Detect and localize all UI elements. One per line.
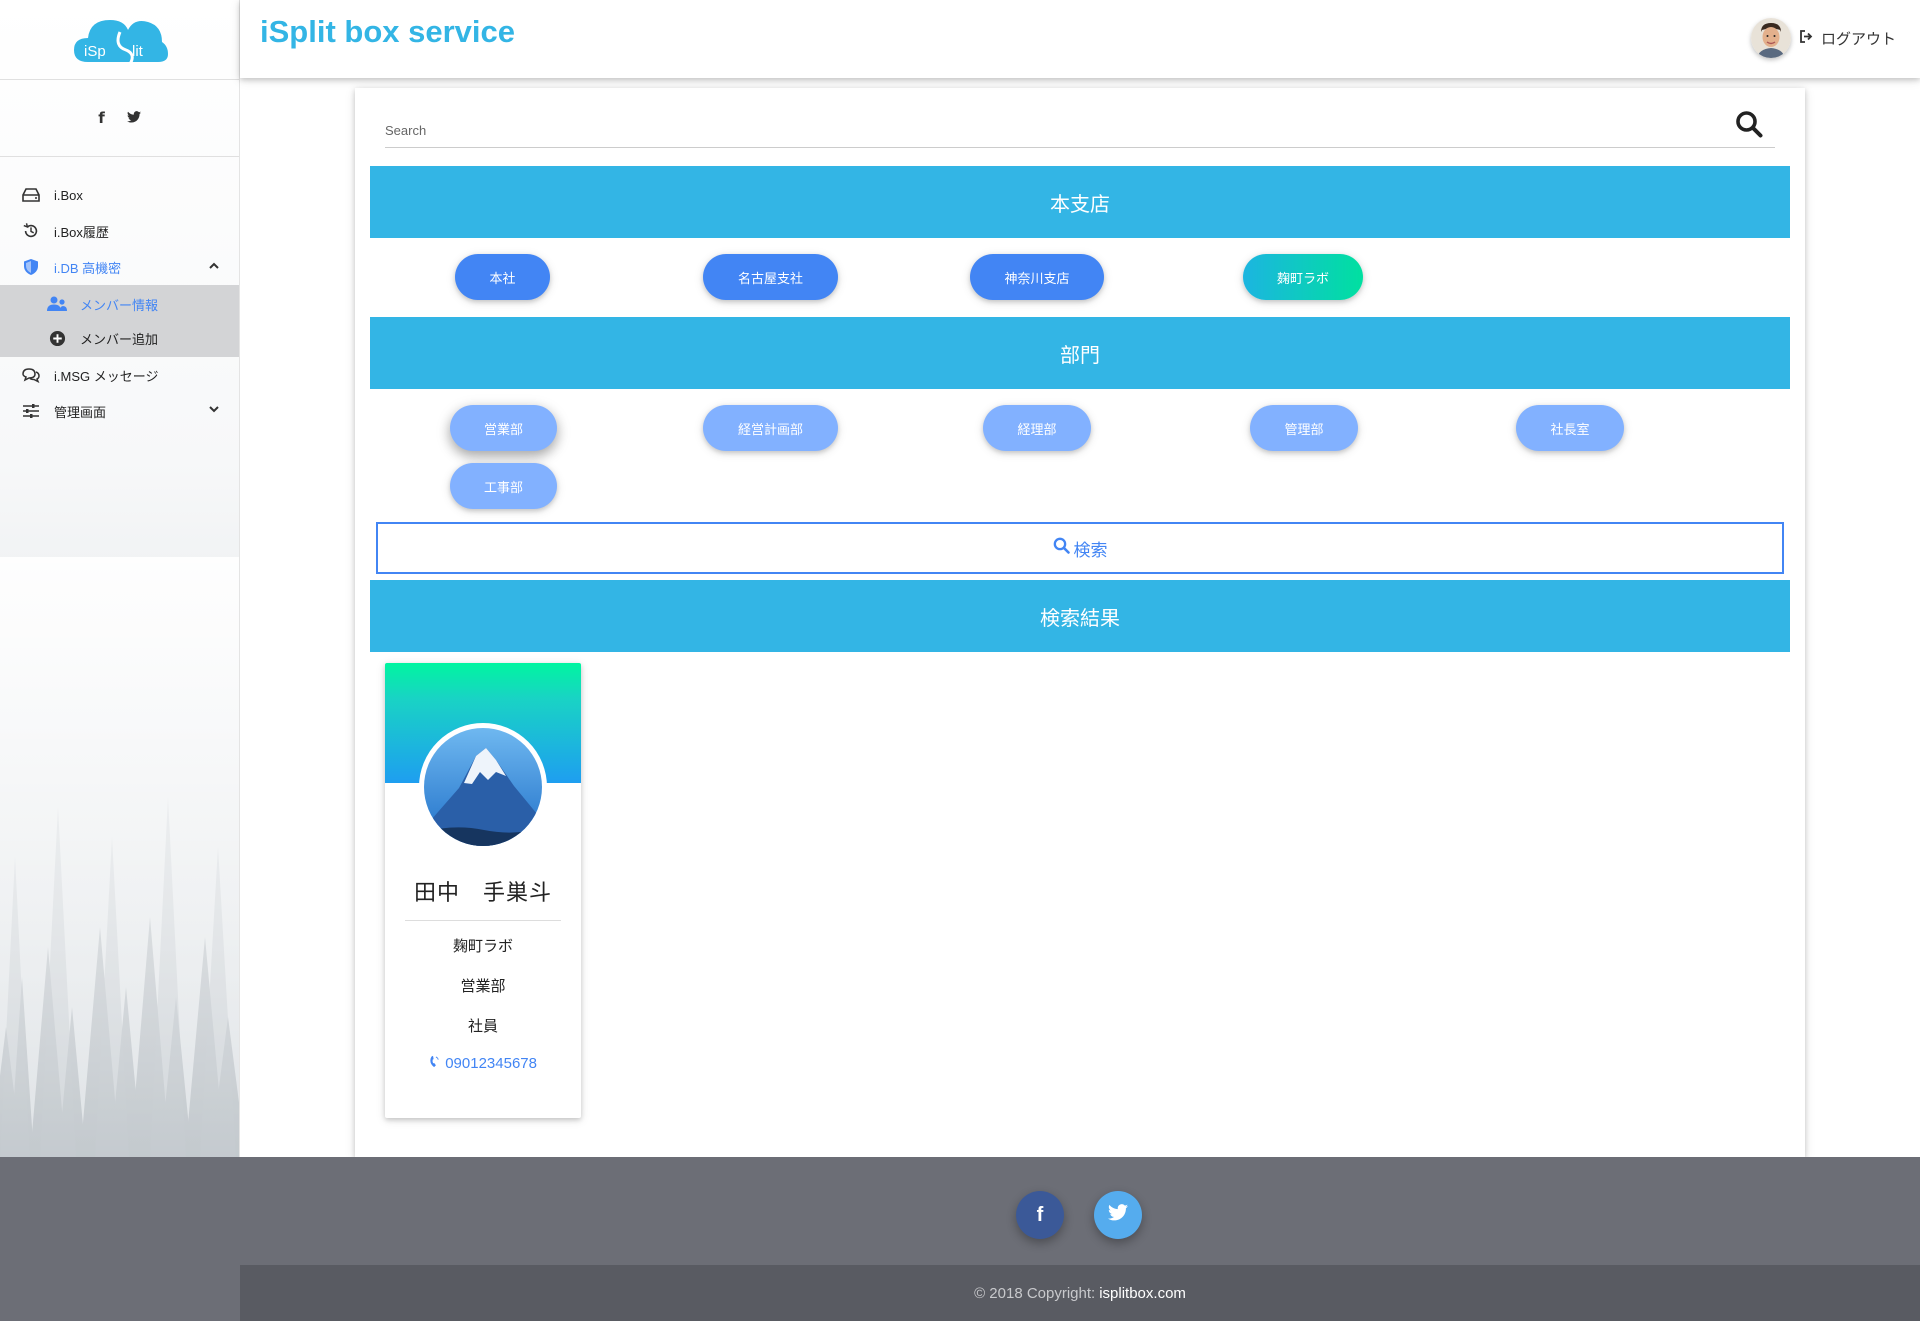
logout-icon[interactable] bbox=[1799, 29, 1813, 47]
department-button-sales[interactable]: 営業部 bbox=[450, 405, 557, 451]
sidebar-item-idb[interactable]: i.DB 高機密 bbox=[0, 249, 239, 285]
plus-circle-icon bbox=[46, 327, 68, 349]
user-area: ログアウト bbox=[1750, 18, 1896, 58]
sidebar-item-label: i.Box履歴 bbox=[54, 224, 109, 240]
logo-text-right: lit bbox=[132, 43, 144, 60]
cloud-logo-icon: iSp lit bbox=[73, 19, 168, 65]
member-department: 営業部 bbox=[460, 978, 506, 995]
copyright-text: © 2018 Copyright: bbox=[974, 1284, 1096, 1302]
sidebar-subitem-label: メンバー追加 bbox=[80, 331, 159, 347]
facebook-button[interactable]: f bbox=[1016, 1191, 1064, 1239]
copyright-link[interactable]: isplitbox.com bbox=[1099, 1285, 1186, 1302]
top-header: iSplit box service ログアウト bbox=[240, 0, 1920, 78]
results-section-header: 検索結果 bbox=[370, 580, 1790, 652]
member-avatar bbox=[419, 723, 547, 851]
sidebar-item-label: i.DB 高機密 bbox=[54, 260, 122, 276]
department-button-planning[interactable]: 経営計画部 bbox=[703, 405, 838, 451]
sidebar-item-ibox-history[interactable]: i.Box履歴 bbox=[0, 213, 239, 249]
twitter-icon bbox=[1108, 1203, 1128, 1227]
sidebar-item-admin[interactable]: 管理画面 bbox=[0, 393, 239, 429]
department-button-president-office[interactable]: 社長室 bbox=[1516, 405, 1624, 451]
chevron-down-icon bbox=[209, 404, 219, 416]
department-button-accounting[interactable]: 経理部 bbox=[983, 405, 1091, 451]
sidebar-item-imsg[interactable]: i.MSG メッセージ bbox=[0, 357, 239, 393]
sidebar: iSp lit f i.Box i.Box履歴 i.DB 高機密 メンバー情報 … bbox=[0, 0, 240, 1157]
sidebar-social-links: f bbox=[0, 80, 239, 157]
chat-icon bbox=[20, 364, 42, 386]
logout-link[interactable]: ログアウト bbox=[1821, 28, 1896, 49]
brand-title[interactable]: iSplit box service bbox=[260, 14, 515, 50]
branch-button-honsha[interactable]: 本社 bbox=[455, 254, 550, 300]
sidebar-item-ibox[interactable]: i.Box bbox=[0, 177, 239, 213]
sliders-icon bbox=[20, 400, 42, 422]
logo[interactable]: iSp lit bbox=[0, 0, 239, 80]
user-avatar[interactable] bbox=[1750, 18, 1791, 58]
twitter-icon[interactable] bbox=[126, 109, 141, 127]
search-bar bbox=[385, 108, 1775, 148]
twitter-button[interactable] bbox=[1094, 1191, 1142, 1239]
department-button-construction[interactable]: 工事部 bbox=[450, 463, 557, 509]
chevron-up-icon bbox=[209, 260, 219, 272]
search-submit-label: 検索 bbox=[1073, 540, 1108, 560]
branch-section-header: 本支店 bbox=[370, 166, 1790, 238]
sidebar-item-member-info[interactable]: メンバー情報 bbox=[0, 287, 239, 321]
sidebar-nav: i.Box i.Box履歴 i.DB 高機密 メンバー情報 メンバー追加 i.M… bbox=[0, 157, 239, 429]
member-name: 田中 手巣斗 bbox=[413, 880, 552, 905]
copyright-bar: © 2018 Copyright: isplitbox.com bbox=[240, 1265, 1920, 1321]
facebook-icon[interactable]: f bbox=[98, 109, 105, 127]
sidebar-subnav-idb: メンバー情報 メンバー追加 bbox=[0, 285, 239, 357]
shield-icon bbox=[20, 256, 42, 278]
search-icon[interactable] bbox=[1735, 110, 1765, 140]
member-branch: 麹町ラボ bbox=[452, 938, 513, 955]
department-section-header: 部門 bbox=[370, 317, 1790, 389]
facebook-icon: f bbox=[1036, 1203, 1044, 1226]
hdd-icon bbox=[20, 184, 42, 206]
branch-button-nagoya[interactable]: 名古屋支社 bbox=[703, 254, 838, 300]
branch-button-kojimachi-lab[interactable]: 麹町ラボ bbox=[1243, 254, 1363, 300]
member-card-divider bbox=[405, 920, 561, 921]
department-button-management[interactable]: 管理部 bbox=[1250, 405, 1358, 451]
sidebar-subitem-label: メンバー情報 bbox=[80, 297, 159, 313]
sidebar-item-label: i.MSG メッセージ bbox=[54, 368, 159, 384]
sidebar-item-label: 管理画面 bbox=[54, 404, 107, 420]
footer-social-links: f bbox=[0, 1157, 1920, 1265]
phone-icon bbox=[429, 1055, 445, 1072]
forest-background-image bbox=[0, 557, 239, 1157]
users-icon bbox=[46, 293, 68, 315]
branch-button-kanagawa[interactable]: 神奈川支店 bbox=[970, 254, 1104, 300]
page-footer: f © 2018 Copyright: isplitbox.com bbox=[0, 1157, 1920, 1321]
member-phone: 09012345678 bbox=[445, 1055, 537, 1072]
member-phone-link[interactable]: 09012345678 bbox=[385, 1055, 581, 1072]
member-position: 社員 bbox=[467, 1018, 498, 1035]
search-input[interactable] bbox=[385, 118, 1685, 142]
sidebar-item-label: i.Box bbox=[54, 187, 83, 203]
member-card[interactable]: 田中 手巣斗 麹町ラボ 営業部 社員 09012345678 bbox=[385, 663, 581, 1118]
logo-text-left: iSp bbox=[84, 43, 106, 60]
history-icon bbox=[20, 220, 42, 242]
search-icon bbox=[1053, 537, 1070, 559]
search-submit-button[interactable]: 検索 bbox=[376, 522, 1784, 574]
member-search-card: 本支店 本社 名古屋支社 神奈川支店 麹町ラボ 部門 営業部 経営計画部 経理部… bbox=[355, 88, 1805, 1158]
sidebar-item-member-add[interactable]: メンバー追加 bbox=[0, 321, 239, 355]
